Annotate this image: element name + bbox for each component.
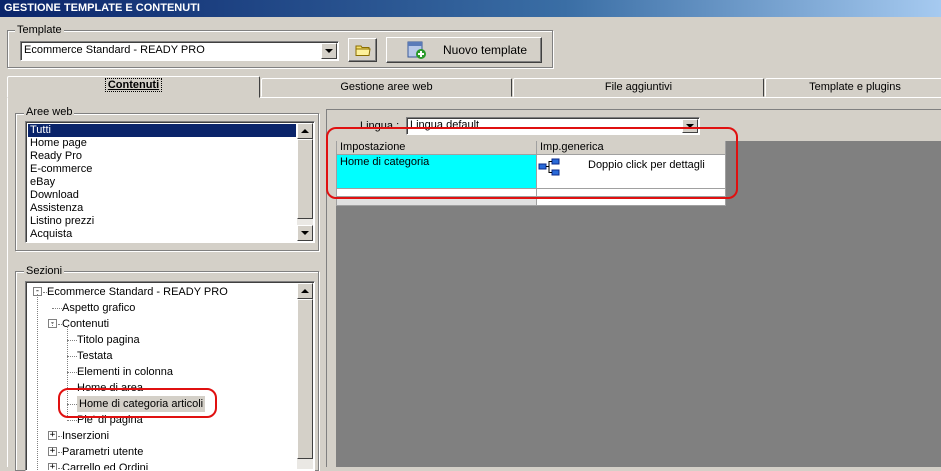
tree-connector	[52, 308, 62, 309]
grid-cell-impostazione[interactable]: Home di categoria	[337, 155, 537, 189]
tree-connector	[67, 388, 77, 389]
scroll-down-button[interactable]	[297, 225, 313, 241]
chevron-down-icon	[325, 49, 333, 53]
grid-header-impostazione[interactable]: Impostazione	[337, 141, 537, 155]
grid-empty-row-1[interactable]	[337, 189, 537, 197]
grid-empty-row-3[interactable]	[337, 197, 537, 206]
sezioni-tree[interactable]: - Ecommerce Standard - READY PRO Aspetto g…	[25, 281, 315, 471]
list-item[interactable]: Home page	[28, 137, 296, 150]
tab-file-aggiuntivi[interactable]: File aggiuntivi	[513, 78, 764, 97]
hierarchy-icon	[538, 158, 560, 176]
aree-web-list[interactable]: Tutti Home page Ready Pro E-commerce eBay Dow…	[25, 121, 315, 243]
list-item[interactable]: Listino prezzi	[28, 215, 296, 228]
grid-empty-row-4[interactable]	[537, 197, 726, 206]
template-select-value: Ecommerce Standard - READY PRO	[24, 44, 205, 56]
list-item[interactable]: Download	[28, 189, 296, 202]
tree-connector	[67, 420, 77, 421]
chevron-down-icon	[686, 124, 694, 128]
chevron-up-icon	[301, 289, 309, 293]
tree-connector	[67, 372, 77, 373]
scroll-up-button[interactable]	[297, 283, 313, 299]
expand-icon[interactable]: +	[48, 447, 57, 456]
tree-connector	[52, 322, 53, 326]
tree-connector	[67, 404, 77, 405]
list-item[interactable]: eBay	[28, 176, 296, 189]
new-template-button[interactable]: Nuovo template	[386, 37, 542, 63]
list-item[interactable]: Acquista	[28, 228, 296, 241]
aree-web-scrollbar[interactable]	[297, 123, 313, 241]
list-item[interactable]: Assistenza	[28, 202, 296, 215]
list-item[interactable]: Ready Pro	[28, 150, 296, 163]
open-folder-button[interactable]	[348, 38, 377, 62]
tree-connector	[67, 340, 77, 341]
tree-item[interactable]: Pie' di pagina	[77, 412, 143, 428]
tree-item[interactable]: Home di categoria articoli	[77, 396, 206, 412]
tree-item[interactable]: Parametri utente	[62, 444, 143, 460]
tree-item[interactable]: Elementi in colonna	[77, 364, 173, 380]
tree-item[interactable]: Contenuti	[62, 316, 109, 332]
grid-cell-imp-generica[interactable]: Doppio click per dettagli	[537, 155, 726, 189]
tab-contenuti[interactable]: Contenuti	[7, 76, 260, 98]
aree-web-label: Aree web	[24, 106, 75, 118]
list-item[interactable]: E-commerce	[28, 163, 296, 176]
chevron-down-icon	[301, 231, 309, 235]
template-group-label: Template	[15, 24, 64, 36]
scroll-thumb[interactable]	[297, 139, 313, 219]
chevron-up-icon	[301, 129, 309, 133]
settings-grid[interactable]: Impostazione Imp.generica Home di catego…	[336, 141, 726, 206]
scroll-thumb[interactable]	[297, 299, 313, 459]
tree-connector	[37, 294, 38, 470]
sezioni-scrollbar[interactable]	[297, 283, 313, 469]
lingua-label: Lingua :	[360, 120, 400, 132]
new-template-button-label: Nuovo template	[443, 43, 528, 57]
tree-item[interactable]: Home di area	[77, 380, 143, 396]
lingua-select[interactable]: Lingua default	[406, 117, 700, 135]
lingua-select-value: Lingua default	[410, 119, 480, 131]
tree-item[interactable]: Aspetto grafico	[62, 300, 135, 316]
scroll-up-button[interactable]	[297, 123, 313, 139]
template-select-dropdown-button[interactable]	[321, 43, 337, 59]
grid-header-imp-generica[interactable]: Imp.generica	[537, 141, 726, 155]
grid-empty-row-2[interactable]	[537, 189, 726, 197]
expand-icon[interactable]: +	[48, 463, 57, 470]
tree-connector	[67, 326, 68, 418]
tree-connector	[67, 356, 77, 357]
window-title: GESTIONE TEMPLATE E CONTENUTI	[0, 0, 941, 17]
lingua-dropdown-button[interactable]	[682, 119, 698, 133]
tab-gestione-aree-web[interactable]: Gestione aree web	[261, 78, 512, 97]
tree-item[interactable]: Testata	[77, 348, 112, 364]
new-template-icon	[407, 41, 426, 59]
tree-item[interactable]: Ecommerce Standard - READY PRO	[47, 284, 228, 300]
tree-item[interactable]: Carrello ed Ordini	[62, 460, 148, 470]
tree-item[interactable]: Titolo pagina	[77, 332, 140, 348]
sezioni-label: Sezioni	[24, 265, 65, 277]
template-select[interactable]: Ecommerce Standard - READY PRO	[20, 41, 339, 61]
expand-icon[interactable]: +	[48, 431, 57, 440]
tree-item[interactable]: Inserzioni	[62, 428, 109, 444]
list-item[interactable]: Tutti	[28, 124, 296, 137]
folder-icon	[355, 45, 371, 56]
tab-template-e-plugins[interactable]: Template e plugins	[765, 78, 941, 97]
